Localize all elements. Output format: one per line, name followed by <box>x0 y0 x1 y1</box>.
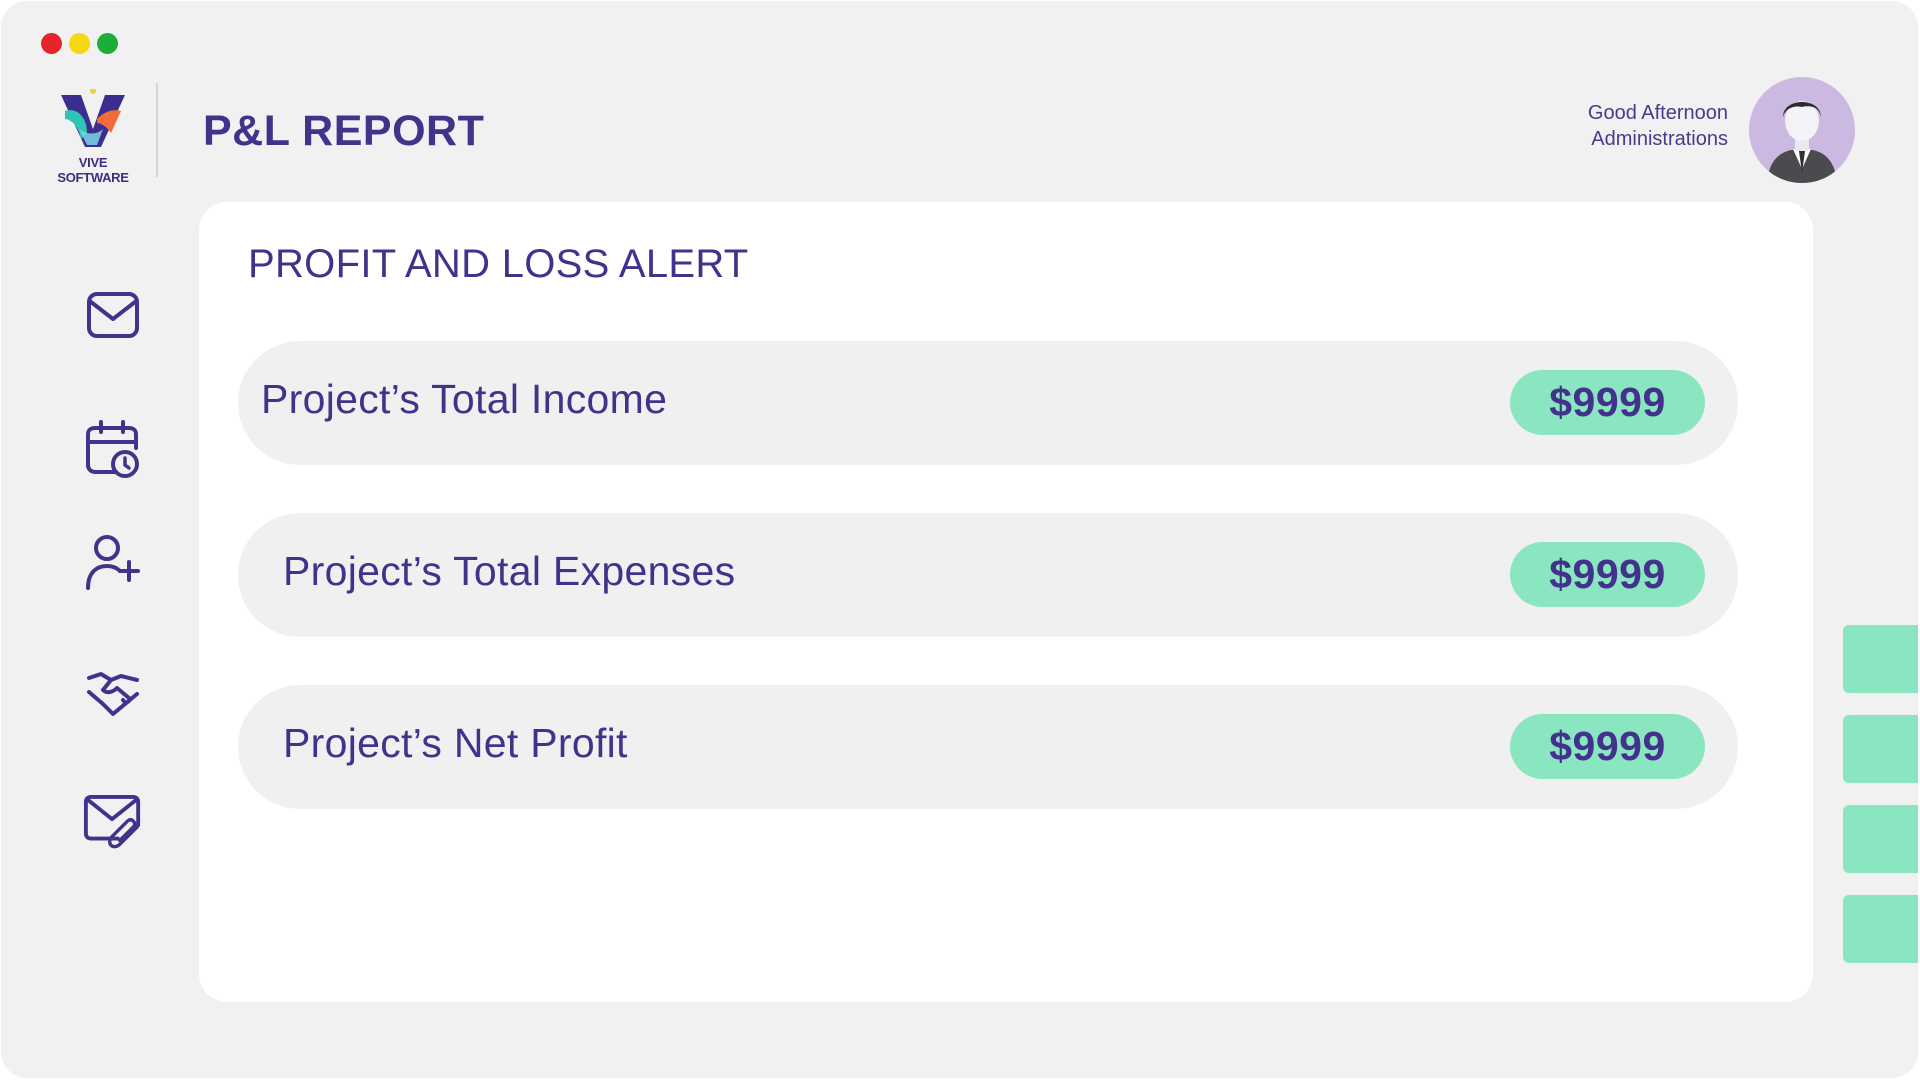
handshake-icon <box>87 672 139 716</box>
greeting: Good Afternoon Administrations <box>1588 100 1728 152</box>
maximize-window-button[interactable] <box>97 33 118 54</box>
user-avatar-icon <box>1767 101 1837 183</box>
greeting-line: Good Afternoon <box>1587 102 1728 124</box>
amount-badge: $9999 <box>1510 714 1705 779</box>
row-label: Project’s Total Expenses <box>283 548 736 594</box>
income-row[interactable]: Project’s Total Income $9999 <box>238 341 1738 465</box>
side-tab[interactable] <box>1843 805 1918 873</box>
amount-badge: $9999 <box>1510 370 1705 435</box>
expenses-row[interactable]: Project’s Total Expenses $9999 <box>238 513 1738 637</box>
sidebar-item-deals[interactable] <box>83 664 143 724</box>
close-window-button[interactable] <box>41 33 62 54</box>
amount-badge: $9999 <box>1510 542 1705 607</box>
pl-alert-panel: PROFIT AND LOSS ALERT Project’s Total In… <box>199 202 1813 1002</box>
sidebar-item-attachments[interactable] <box>83 794 143 854</box>
avatar[interactable] <box>1749 77 1855 183</box>
add-user-icon <box>86 535 140 590</box>
header-divider <box>156 83 158 177</box>
row-label: Project’s Net Profit <box>283 720 628 766</box>
app-window: VIVE SOFTWARE P&L REPORT Good Afternoon … <box>1 1 1918 1078</box>
side-tab[interactable] <box>1843 715 1918 783</box>
window-controls <box>41 33 118 54</box>
sidebar-item-calendar[interactable] <box>83 419 143 479</box>
brand-logo[interactable]: VIVE SOFTWARE <box>47 89 139 185</box>
brand-name: VIVE SOFTWARE <box>57 155 129 185</box>
panel-title: PROFIT AND LOSS ALERT <box>248 242 749 286</box>
side-tab[interactable] <box>1843 895 1918 963</box>
row-label: Project’s Total Income <box>261 376 668 422</box>
side-tab[interactable] <box>1843 625 1918 693</box>
calendar-clock-icon <box>86 420 139 478</box>
sidebar-item-add-user[interactable] <box>83 532 143 592</box>
mail-attachment-icon <box>83 794 141 849</box>
page-title: P&L REPORT <box>203 107 485 155</box>
vive-logo-icon <box>61 89 125 147</box>
mail-icon <box>87 292 139 338</box>
user-role: Administrations <box>1591 128 1728 150</box>
minimize-window-button[interactable] <box>69 33 90 54</box>
net-profit-row[interactable]: Project’s Net Profit $9999 <box>238 685 1738 809</box>
sidebar-item-mail[interactable] <box>83 285 143 345</box>
